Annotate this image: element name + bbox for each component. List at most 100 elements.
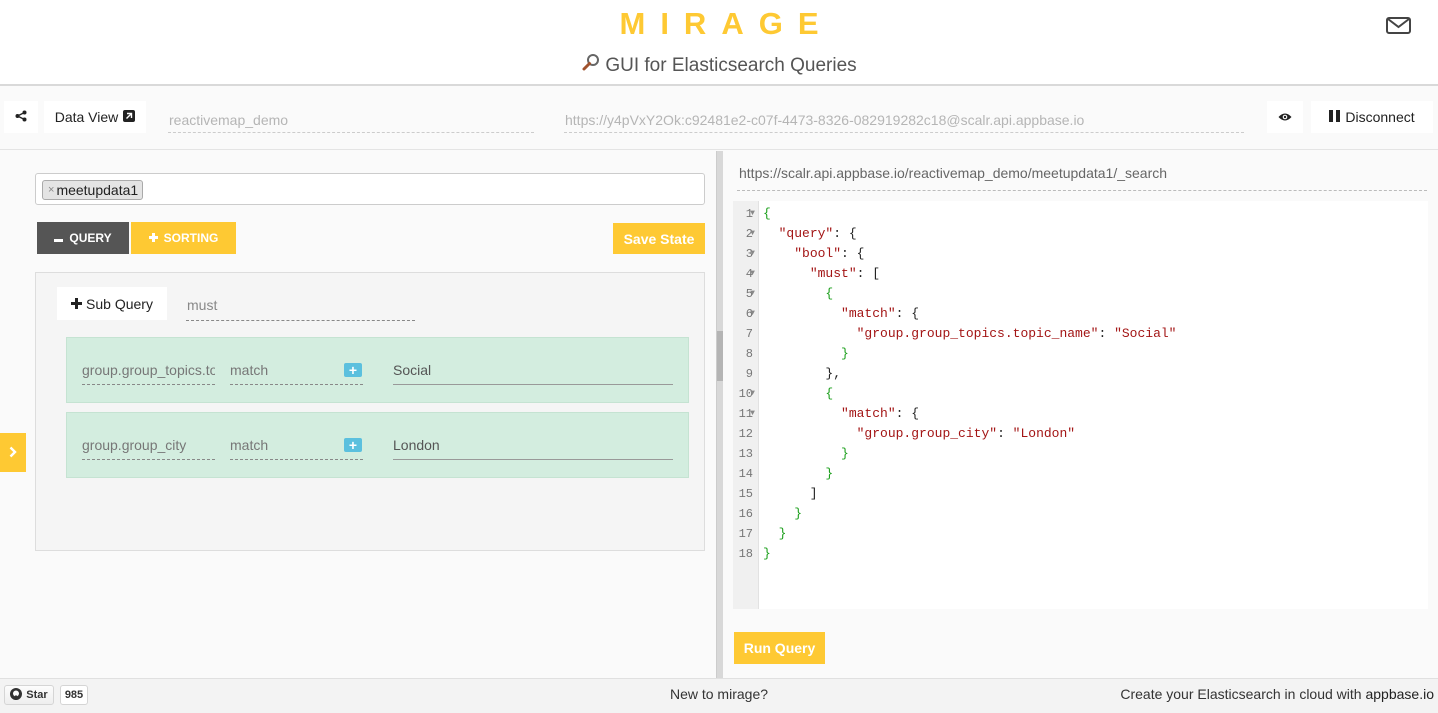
code-line: 4 ▼ "must": [ (733, 264, 1428, 284)
code-text: "group.group_city": "London" (856, 426, 1076, 441)
code-line: 13 } (733, 444, 1428, 464)
code-text: }, (825, 366, 842, 381)
code-line: 2 ▼ "query": { (733, 224, 1428, 244)
run-query-button[interactable]: Run Query (734, 632, 825, 664)
data-view-label: Data View (54, 109, 119, 125)
plus-icon (71, 296, 83, 312)
line-number: 8 (745, 347, 753, 361)
fold-arrow-icon[interactable]: ▼ (747, 264, 758, 284)
panel-splitter[interactable] (716, 151, 723, 678)
pause-icon (1329, 109, 1341, 125)
save-state-button[interactable]: Save State (613, 223, 705, 254)
external-link-icon (123, 109, 136, 125)
app-header: MIRAGE GUI for Elasticsearch Queries (0, 0, 1438, 86)
code-text: "must": [ (809, 266, 881, 281)
code-text: "bool": { (794, 246, 865, 261)
create-cluster-text: Create your Elasticsearch in cloud with … (1120, 686, 1434, 702)
app-tagline: GUI for Elasticsearch Queries (0, 53, 1438, 79)
app-footer: Star 985 New to mirage? Create your Elas… (0, 678, 1438, 713)
sidebar-toggle-button[interactable] (0, 433, 26, 472)
type-chip-label: meetupdata1 (56, 182, 139, 198)
code-text: } (794, 506, 803, 521)
code-line: 17 } (733, 524, 1428, 544)
code-line: 16 } (733, 504, 1428, 524)
line-number: 13 (738, 447, 753, 461)
code-line: 10 ▼ { (733, 384, 1428, 404)
app-logo: MIRAGE (619, 6, 834, 41)
fold-arrow-icon[interactable]: ▼ (747, 384, 758, 404)
chevron-right-icon (9, 442, 17, 463)
code-text: { (763, 206, 771, 221)
tagline-text: GUI for Elasticsearch Queries (605, 55, 857, 77)
data-view-button[interactable]: Data View (44, 101, 146, 133)
fold-arrow-icon[interactable]: ▼ (747, 224, 758, 244)
code-text: } (778, 526, 787, 541)
bool-clause-select[interactable]: must (186, 292, 415, 321)
code-line: 5 ▼ { (733, 284, 1428, 304)
mail-icon[interactable] (1385, 15, 1413, 37)
query-tab-button[interactable]: QUERY (37, 222, 129, 254)
code-text: } (825, 466, 834, 481)
line-number: 14 (738, 467, 753, 481)
share-button[interactable] (4, 101, 38, 133)
query-result-panel: https://scalr.api.appbase.io/reactivemap… (723, 151, 1438, 678)
code-text: { (825, 386, 834, 401)
add-condition-icon[interactable]: + (344, 363, 362, 377)
add-sub-query-button[interactable]: Sub Query (57, 287, 167, 320)
disconnect-label: Disconnect (1345, 109, 1415, 125)
code-line: 8 } (733, 344, 1428, 364)
config-bar: Data View Disconnect (0, 88, 1438, 150)
code-line: 15 ] (733, 484, 1428, 504)
line-number: 9 (745, 367, 753, 381)
value-input[interactable]: Social (393, 358, 673, 385)
appbase-link[interactable]: appbase.io (1365, 686, 1434, 702)
app-name-input[interactable] (168, 107, 534, 133)
code-text: { (825, 286, 834, 301)
query-row: group.group_city match + London (66, 412, 689, 478)
code-line: 9 }, (733, 364, 1428, 384)
search-endpoint: https://scalr.api.appbase.io/reactivemap… (737, 165, 1427, 191)
type-selector[interactable]: × meetupdata1 (35, 173, 705, 205)
sorting-tab-label: SORTING (163, 231, 219, 245)
add-condition-icon[interactable]: + (344, 438, 362, 452)
query-area: Sub Query must group.group_topics.topic_… (35, 272, 705, 551)
fold-arrow-icon[interactable]: ▼ (747, 204, 758, 224)
value-input[interactable]: London (393, 433, 673, 460)
code-text: } (763, 546, 771, 561)
sub-query-label: Sub Query (86, 295, 153, 312)
code-line: 7 "group.group_topics.topic_name": "Soci… (733, 324, 1428, 344)
code-text: } (841, 446, 849, 461)
share-icon (15, 109, 27, 125)
magnifier-icon (581, 53, 601, 79)
code-line: 6 ▼ "match": { (733, 304, 1428, 324)
line-number: 7 (745, 327, 753, 341)
fold-arrow-icon[interactable]: ▼ (747, 284, 758, 304)
code-lines: 1 ▼{2 ▼ "query": {3 ▼ "bool": {4 ▼ "must": [… (733, 204, 1428, 564)
line-number: 18 (738, 547, 753, 561)
fold-arrow-icon[interactable]: ▼ (747, 404, 758, 424)
code-text: "query": { (778, 226, 857, 241)
cluster-url-input[interactable] (564, 107, 1244, 133)
fold-arrow-icon[interactable]: ▼ (747, 304, 758, 324)
code-line: 1 ▼{ (733, 204, 1428, 224)
code-text: } (841, 346, 849, 361)
fold-arrow-icon[interactable]: ▼ (747, 244, 758, 264)
code-line: 18} (733, 544, 1428, 564)
query-builder-panel: × meetupdata1 QUERY SORTING Save State S… (0, 151, 716, 678)
json-editor[interactable]: 1 ▼{2 ▼ "query": {3 ▼ "bool": {4 ▼ "must": [… (733, 201, 1428, 609)
sorting-tab-button[interactable]: SORTING (131, 222, 236, 254)
line-number: 12 (738, 427, 753, 441)
code-text: "group.group_topics.topic_name": "Social… (856, 326, 1177, 341)
type-chip: × meetupdata1 (42, 180, 144, 200)
minus-icon (54, 231, 64, 245)
field-select[interactable]: group.group_city (82, 433, 215, 460)
line-number: 15 (738, 487, 753, 501)
code-line: 14 } (733, 464, 1428, 484)
field-select[interactable]: group.group_topics.topic_name (82, 358, 215, 385)
code-line: 12 "group.group_city": "London" (733, 424, 1428, 444)
toggle-url-visibility-button[interactable] (1267, 101, 1303, 133)
query-row: group.group_topics.topic_name match + So… (66, 337, 689, 403)
remove-type-icon[interactable]: × (48, 184, 54, 196)
code-text: "match": { (841, 406, 920, 421)
disconnect-button[interactable]: Disconnect (1311, 101, 1433, 133)
